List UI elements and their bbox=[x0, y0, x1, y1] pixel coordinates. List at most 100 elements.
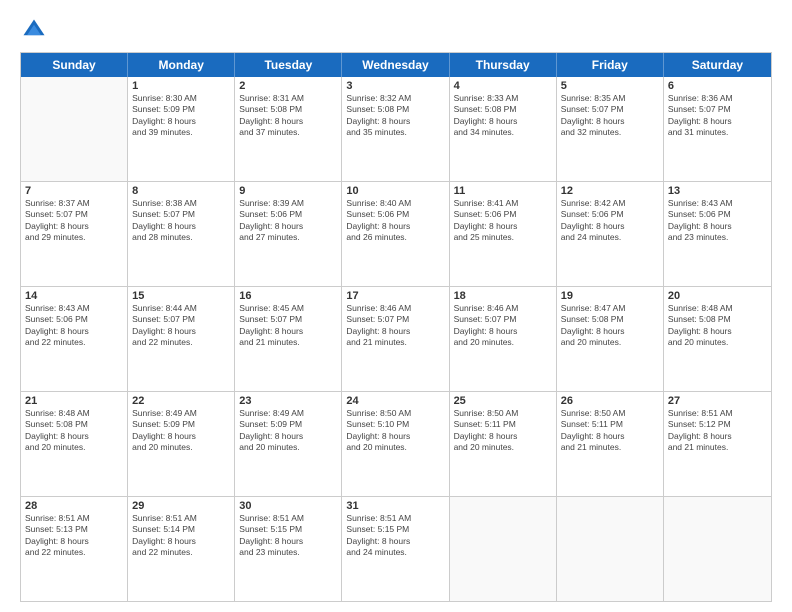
calendar-header-cell: Monday bbox=[128, 53, 235, 77]
day-info: Sunrise: 8:48 AM Sunset: 5:08 PM Dayligh… bbox=[25, 408, 123, 454]
calendar-cell: 22Sunrise: 8:49 AM Sunset: 5:09 PM Dayli… bbox=[128, 392, 235, 496]
day-info: Sunrise: 8:40 AM Sunset: 5:06 PM Dayligh… bbox=[346, 198, 444, 244]
day-number: 1 bbox=[132, 80, 230, 92]
calendar-cell: 27Sunrise: 8:51 AM Sunset: 5:12 PM Dayli… bbox=[664, 392, 771, 496]
calendar-cell bbox=[450, 497, 557, 601]
calendar-cell bbox=[557, 497, 664, 601]
calendar-cell: 16Sunrise: 8:45 AM Sunset: 5:07 PM Dayli… bbox=[235, 287, 342, 391]
day-info: Sunrise: 8:44 AM Sunset: 5:07 PM Dayligh… bbox=[132, 303, 230, 349]
calendar-row: 1Sunrise: 8:30 AM Sunset: 5:09 PM Daylig… bbox=[21, 77, 771, 182]
day-number: 30 bbox=[239, 500, 337, 512]
calendar-row: 28Sunrise: 8:51 AM Sunset: 5:13 PM Dayli… bbox=[21, 497, 771, 601]
day-info: Sunrise: 8:30 AM Sunset: 5:09 PM Dayligh… bbox=[132, 93, 230, 139]
day-number: 29 bbox=[132, 500, 230, 512]
day-number: 11 bbox=[454, 185, 552, 197]
calendar-cell: 24Sunrise: 8:50 AM Sunset: 5:10 PM Dayli… bbox=[342, 392, 449, 496]
day-number: 18 bbox=[454, 290, 552, 302]
day-info: Sunrise: 8:51 AM Sunset: 5:14 PM Dayligh… bbox=[132, 513, 230, 559]
header bbox=[20, 16, 772, 44]
day-info: Sunrise: 8:50 AM Sunset: 5:11 PM Dayligh… bbox=[454, 408, 552, 454]
calendar-header-cell: Friday bbox=[557, 53, 664, 77]
day-info: Sunrise: 8:51 AM Sunset: 5:15 PM Dayligh… bbox=[346, 513, 444, 559]
calendar-cell: 21Sunrise: 8:48 AM Sunset: 5:08 PM Dayli… bbox=[21, 392, 128, 496]
day-number: 17 bbox=[346, 290, 444, 302]
day-number: 7 bbox=[25, 185, 123, 197]
day-info: Sunrise: 8:49 AM Sunset: 5:09 PM Dayligh… bbox=[239, 408, 337, 454]
day-info: Sunrise: 8:42 AM Sunset: 5:06 PM Dayligh… bbox=[561, 198, 659, 244]
calendar-cell: 19Sunrise: 8:47 AM Sunset: 5:08 PM Dayli… bbox=[557, 287, 664, 391]
calendar-cell: 3Sunrise: 8:32 AM Sunset: 5:08 PM Daylig… bbox=[342, 77, 449, 181]
calendar-row: 7Sunrise: 8:37 AM Sunset: 5:07 PM Daylig… bbox=[21, 182, 771, 287]
day-info: Sunrise: 8:50 AM Sunset: 5:10 PM Dayligh… bbox=[346, 408, 444, 454]
day-info: Sunrise: 8:49 AM Sunset: 5:09 PM Dayligh… bbox=[132, 408, 230, 454]
calendar-cell: 7Sunrise: 8:37 AM Sunset: 5:07 PM Daylig… bbox=[21, 182, 128, 286]
day-number: 12 bbox=[561, 185, 659, 197]
calendar-cell: 5Sunrise: 8:35 AM Sunset: 5:07 PM Daylig… bbox=[557, 77, 664, 181]
day-info: Sunrise: 8:51 AM Sunset: 5:15 PM Dayligh… bbox=[239, 513, 337, 559]
day-info: Sunrise: 8:38 AM Sunset: 5:07 PM Dayligh… bbox=[132, 198, 230, 244]
day-info: Sunrise: 8:31 AM Sunset: 5:08 PM Dayligh… bbox=[239, 93, 337, 139]
day-number: 19 bbox=[561, 290, 659, 302]
day-info: Sunrise: 8:45 AM Sunset: 5:07 PM Dayligh… bbox=[239, 303, 337, 349]
day-info: Sunrise: 8:47 AM Sunset: 5:08 PM Dayligh… bbox=[561, 303, 659, 349]
calendar-cell: 11Sunrise: 8:41 AM Sunset: 5:06 PM Dayli… bbox=[450, 182, 557, 286]
day-number: 16 bbox=[239, 290, 337, 302]
calendar-cell: 23Sunrise: 8:49 AM Sunset: 5:09 PM Dayli… bbox=[235, 392, 342, 496]
calendar-cell: 6Sunrise: 8:36 AM Sunset: 5:07 PM Daylig… bbox=[664, 77, 771, 181]
calendar-header: SundayMondayTuesdayWednesdayThursdayFrid… bbox=[21, 53, 771, 77]
calendar-cell: 25Sunrise: 8:50 AM Sunset: 5:11 PM Dayli… bbox=[450, 392, 557, 496]
calendar-cell: 17Sunrise: 8:46 AM Sunset: 5:07 PM Dayli… bbox=[342, 287, 449, 391]
day-number: 31 bbox=[346, 500, 444, 512]
day-number: 26 bbox=[561, 395, 659, 407]
day-number: 9 bbox=[239, 185, 337, 197]
calendar-cell: 18Sunrise: 8:46 AM Sunset: 5:07 PM Dayli… bbox=[450, 287, 557, 391]
calendar-cell: 2Sunrise: 8:31 AM Sunset: 5:08 PM Daylig… bbox=[235, 77, 342, 181]
day-number: 25 bbox=[454, 395, 552, 407]
day-info: Sunrise: 8:48 AM Sunset: 5:08 PM Dayligh… bbox=[668, 303, 767, 349]
calendar-cell: 14Sunrise: 8:43 AM Sunset: 5:06 PM Dayli… bbox=[21, 287, 128, 391]
day-info: Sunrise: 8:43 AM Sunset: 5:06 PM Dayligh… bbox=[25, 303, 123, 349]
day-number: 21 bbox=[25, 395, 123, 407]
calendar-cell: 8Sunrise: 8:38 AM Sunset: 5:07 PM Daylig… bbox=[128, 182, 235, 286]
day-number: 8 bbox=[132, 185, 230, 197]
day-number: 2 bbox=[239, 80, 337, 92]
calendar-cell: 10Sunrise: 8:40 AM Sunset: 5:06 PM Dayli… bbox=[342, 182, 449, 286]
day-info: Sunrise: 8:46 AM Sunset: 5:07 PM Dayligh… bbox=[454, 303, 552, 349]
day-number: 15 bbox=[132, 290, 230, 302]
day-number: 3 bbox=[346, 80, 444, 92]
day-number: 13 bbox=[668, 185, 767, 197]
day-info: Sunrise: 8:51 AM Sunset: 5:13 PM Dayligh… bbox=[25, 513, 123, 559]
page: SundayMondayTuesdayWednesdayThursdayFrid… bbox=[0, 0, 792, 612]
calendar-body: 1Sunrise: 8:30 AM Sunset: 5:09 PM Daylig… bbox=[21, 77, 771, 601]
day-number: 10 bbox=[346, 185, 444, 197]
day-number: 24 bbox=[346, 395, 444, 407]
calendar-cell: 26Sunrise: 8:50 AM Sunset: 5:11 PM Dayli… bbox=[557, 392, 664, 496]
day-info: Sunrise: 8:32 AM Sunset: 5:08 PM Dayligh… bbox=[346, 93, 444, 139]
day-info: Sunrise: 8:50 AM Sunset: 5:11 PM Dayligh… bbox=[561, 408, 659, 454]
calendar-cell: 9Sunrise: 8:39 AM Sunset: 5:06 PM Daylig… bbox=[235, 182, 342, 286]
day-number: 6 bbox=[668, 80, 767, 92]
day-info: Sunrise: 8:35 AM Sunset: 5:07 PM Dayligh… bbox=[561, 93, 659, 139]
calendar-row: 21Sunrise: 8:48 AM Sunset: 5:08 PM Dayli… bbox=[21, 392, 771, 497]
calendar-header-cell: Wednesday bbox=[342, 53, 449, 77]
calendar-cell bbox=[21, 77, 128, 181]
calendar-header-cell: Sunday bbox=[21, 53, 128, 77]
day-info: Sunrise: 8:39 AM Sunset: 5:06 PM Dayligh… bbox=[239, 198, 337, 244]
day-number: 23 bbox=[239, 395, 337, 407]
logo-icon bbox=[20, 16, 48, 44]
calendar-header-cell: Saturday bbox=[664, 53, 771, 77]
calendar-row: 14Sunrise: 8:43 AM Sunset: 5:06 PM Dayli… bbox=[21, 287, 771, 392]
day-number: 27 bbox=[668, 395, 767, 407]
day-number: 4 bbox=[454, 80, 552, 92]
day-info: Sunrise: 8:36 AM Sunset: 5:07 PM Dayligh… bbox=[668, 93, 767, 139]
calendar-cell: 4Sunrise: 8:33 AM Sunset: 5:08 PM Daylig… bbox=[450, 77, 557, 181]
calendar-cell: 28Sunrise: 8:51 AM Sunset: 5:13 PM Dayli… bbox=[21, 497, 128, 601]
calendar: SundayMondayTuesdayWednesdayThursdayFrid… bbox=[20, 52, 772, 602]
day-info: Sunrise: 8:46 AM Sunset: 5:07 PM Dayligh… bbox=[346, 303, 444, 349]
calendar-cell: 31Sunrise: 8:51 AM Sunset: 5:15 PM Dayli… bbox=[342, 497, 449, 601]
day-info: Sunrise: 8:51 AM Sunset: 5:12 PM Dayligh… bbox=[668, 408, 767, 454]
calendar-cell: 1Sunrise: 8:30 AM Sunset: 5:09 PM Daylig… bbox=[128, 77, 235, 181]
day-info: Sunrise: 8:41 AM Sunset: 5:06 PM Dayligh… bbox=[454, 198, 552, 244]
day-number: 14 bbox=[25, 290, 123, 302]
day-number: 5 bbox=[561, 80, 659, 92]
